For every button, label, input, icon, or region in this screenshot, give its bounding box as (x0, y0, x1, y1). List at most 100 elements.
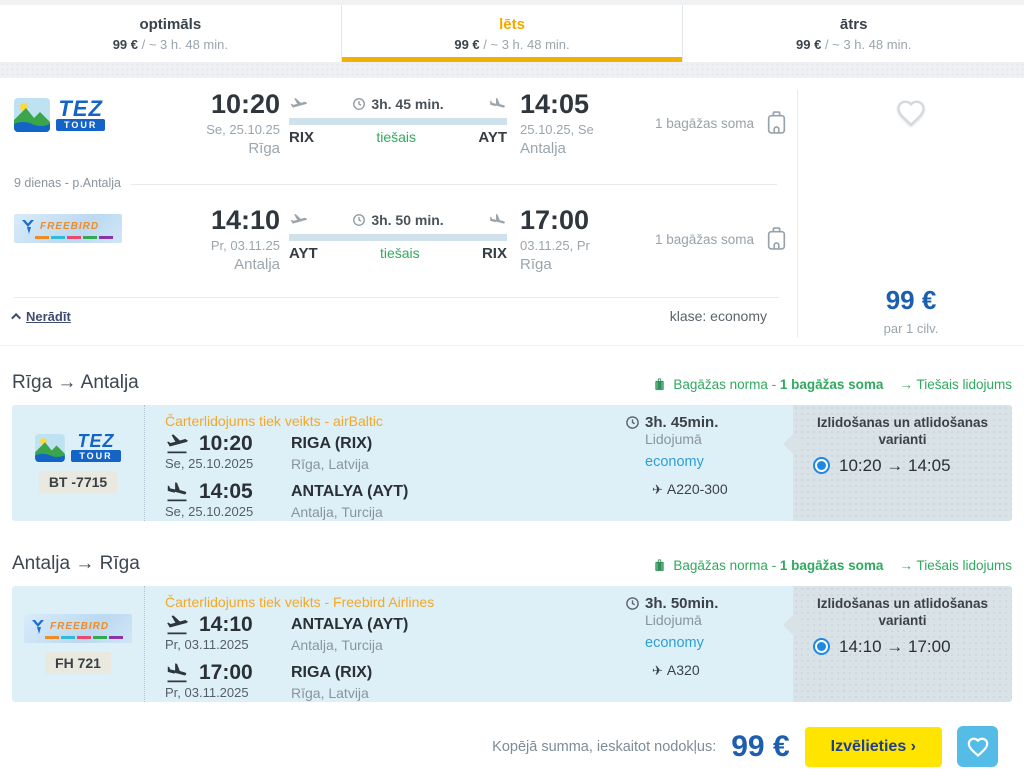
chevron-up-icon (11, 312, 22, 323)
tab-label: ātrs (839, 15, 868, 33)
price-block: 99 € par 1 cilv. (798, 285, 1024, 336)
baggage-info: 1 bagāžas soma (655, 224, 789, 254)
charter-note: Čarterlidojums tiek veikts - Freebird Ai… (165, 594, 435, 610)
landing-icon (488, 95, 507, 114)
freebird-stripes (35, 236, 115, 239)
price-per-person: par 1 cilv. (883, 321, 939, 336)
heart-icon (967, 737, 988, 757)
tab-price: 99 € / ~ 3 h. 48 min. (796, 36, 912, 52)
takeoff-icon (289, 95, 308, 114)
leg-departure-airport: ANTALYA (AYT) (291, 616, 409, 633)
tez-tour-logo: TEZ TOUR (35, 432, 121, 463)
itinerary-summary-card: TEZ TOUR 10:20 Se, 25.10.25 Rīga 3h. 45 … (0, 78, 1024, 346)
arrival-info: 17:00 03.11.25, Pr Rīga (520, 205, 590, 273)
summary-price-panel: 99 € par 1 cilv. (797, 90, 1024, 337)
duration-caption: Lidojumā (645, 431, 702, 447)
total-label: Kopējā summa, ieskaitot nodokļus: (492, 738, 717, 755)
baggage-info: 1 bagāžas soma (655, 108, 789, 138)
summary-left: TEZ TOUR 10:20 Se, 25.10.25 Rīga 3h. 45 … (0, 78, 797, 345)
departure-options-panel: Izlidošanas un atlidošanas varianti 14:1… (793, 586, 1012, 702)
tab-label: lēts (499, 15, 525, 33)
flight-timeline: 3h. 45 min. RIX tiešais AYT (289, 94, 507, 146)
hide-details-link[interactable]: Nerādīt (11, 309, 71, 324)
takeoff-icon (165, 432, 199, 456)
duration: 3h. 50 min. (352, 212, 444, 228)
departure-time: 14:10 (210, 205, 280, 235)
cabin-class[interactable]: economy (645, 454, 793, 470)
leg-departure-time: 14:10 (199, 613, 253, 636)
section-header-inbound: Antalja → Rīga Bagāžas norma - 1 bagāžas… (12, 553, 1012, 575)
leg-arrival-date: Pr, 03.11.2025 (165, 685, 249, 700)
departure-time: 10:20 (210, 89, 280, 119)
clock-icon (353, 98, 366, 110)
plane-icon: ✈ (652, 663, 663, 678)
arrival-city: Rīga (520, 255, 552, 273)
outbound-summary-row: TEZ TOUR 10:20 Se, 25.10.25 Rīga 3h. 45 … (0, 88, 797, 180)
suitcase-icon (655, 559, 665, 572)
divider-strip (0, 62, 1024, 78)
departure-date: Pr, 03.11.25 (210, 237, 280, 253)
direct-flight-note: → Tiešais lidojums (899, 558, 1012, 573)
departure-date: Se, 25.10.25 (206, 121, 280, 137)
direct-flight-label: tiešais (376, 129, 417, 145)
tab-lets[interactable]: lēts 99 € / ~ 3 h. 48 min. (340, 5, 683, 62)
suitcase-icon (655, 378, 665, 391)
section-header-outbound: Rīga → Antalja Bagāžas norma - 1 bagāžas… (12, 372, 1012, 394)
departure-city: Rīga (248, 139, 280, 157)
aircraft-type: ✈ A220-300 (652, 481, 728, 497)
aircraft-type: ✈ A320 (652, 662, 700, 678)
freebird-stripes (45, 636, 125, 639)
inbound-summary-row: FREEBIRD 14:10 Pr, 03.11.25 Antalja 3h. … (0, 204, 797, 296)
options-title: Izlidošanas un atlidošanas varianti (816, 415, 989, 447)
landing-icon (165, 661, 199, 685)
radio-selected[interactable] (813, 638, 830, 656)
leg-departure-date: Pr, 03.11.2025 (165, 637, 249, 652)
leg-arrival-city: Rīga, Latvija (291, 685, 369, 701)
tab-price: 99 € / ~ 3 h. 48 min. (112, 36, 228, 52)
baggage-label: 1 bagāžas soma (655, 231, 755, 247)
departure-code: AYT (289, 245, 318, 262)
arrival-date: 25.10.25, Se (520, 121, 594, 137)
stay-note: 9 dienas - p.Antalja (14, 176, 132, 190)
leg-arrival-airport: RIGA (RIX) (291, 664, 373, 681)
departure-options-panel: Izlidošanas un atlidošanas varianti 10:2… (793, 405, 1012, 521)
charter-note: Čarterlidojums tiek veikts - airBaltic (165, 413, 383, 429)
tab-atrs[interactable]: ātrs 99 € / ~ 3 h. 48 min. (682, 5, 1024, 62)
flight-timeline: 3h. 50 min. AYT tiešais RIX (289, 210, 507, 262)
time-option[interactable]: 10:20 → 14:05 (813, 456, 1004, 476)
route-title: Antalja → Rīga (12, 553, 140, 574)
leg-arrival-airport: ANTALYA (AYT) (291, 483, 409, 500)
freebird-bird-icon (32, 620, 44, 634)
freebird-logo: FREEBIRD (14, 214, 122, 243)
arrival-info: 14:05 25.10.25, Se Antalja (520, 89, 594, 156)
tab-underline (341, 57, 683, 62)
inbound-detail-card: FREEBIRD FH 721 Čarterlidojums tiek veik… (12, 586, 1012, 702)
landing-icon (488, 211, 507, 230)
departure-code: RIX (289, 129, 315, 146)
takeoff-icon (165, 613, 199, 637)
arrival-time: 17:00 (520, 205, 590, 235)
tez-tour-logo-icon (14, 98, 50, 132)
baggage-norm: Bagāžas norma - 1 bagāžas soma (652, 377, 883, 392)
radio-selected[interactable] (813, 457, 830, 475)
wishlist-heart-icon[interactable] (895, 98, 927, 128)
total-footer: Kopējā summa, ieskaitot nodokļus: 99 € I… (12, 726, 1012, 767)
fare-tabs: optimāls 99 € / ~ 3 h. 48 min. lēts 99 €… (0, 5, 1024, 62)
freebird-logo: FREEBIRD (24, 614, 132, 643)
hide-details-label[interactable]: Nerādīt (26, 309, 71, 324)
tez-tour-logo: TEZ TOUR (14, 97, 106, 132)
time-option[interactable]: 14:10 → 17:00 (813, 637, 1004, 657)
tab-optimals[interactable]: optimāls 99 € / ~ 3 h. 48 min. (0, 5, 341, 62)
save-to-wishlist-button[interactable] (957, 726, 998, 767)
leg-departure-date: Se, 25.10.2025 (165, 456, 254, 471)
departure-info: 14:10 Pr, 03.11.25 Antalja (140, 205, 280, 272)
cabin-class[interactable]: economy (645, 635, 793, 651)
departure-info: 10:20 Se, 25.10.25 Rīga (140, 89, 280, 157)
select-button[interactable]: Izvēlieties › (804, 726, 942, 767)
arrival-code: AYT (478, 129, 507, 146)
luggage-icon (767, 227, 786, 250)
clock-icon (353, 214, 366, 226)
tab-price: 99 € / ~ 3 h. 48 min. (454, 36, 570, 52)
price-value: 99 € (885, 285, 937, 315)
stay-divider (122, 184, 777, 185)
